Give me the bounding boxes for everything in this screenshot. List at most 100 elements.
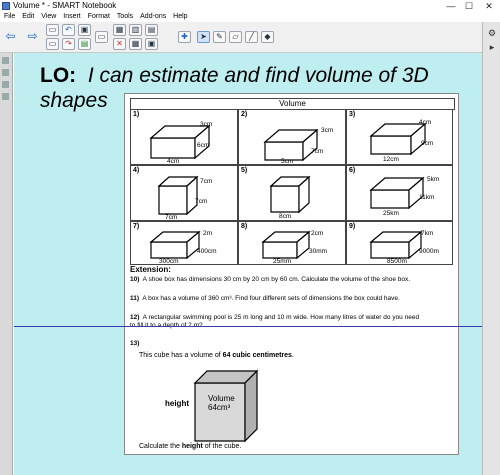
dimension-label: 3cm [200, 121, 213, 128]
cube-volume-label: Volume [208, 394, 235, 403]
shapes-icon[interactable]: ◆ [261, 31, 274, 43]
redo-icon[interactable]: ↷ [62, 38, 75, 50]
question-cell-6: 6) 5km 11km 25km [346, 165, 453, 221]
full-screen-icon[interactable]: ▣ [145, 38, 158, 50]
properties-tab-icon[interactable] [2, 93, 9, 100]
dimension-label: 5km [427, 176, 440, 183]
question-number: 11) [130, 295, 140, 302]
menu-bar: File Edit View Insert Format Tools Add-o… [0, 12, 500, 22]
volume-worksheet[interactable]: Volume 1) 3cm 6cm 4cm 2) 3cm 7cm 5cm 3) … [124, 93, 459, 455]
back-arrow-icon[interactable]: ⇦ [4, 30, 17, 43]
menu-file[interactable]: File [4, 13, 15, 20]
dimension-label: 6cm [197, 142, 210, 149]
eraser-icon[interactable]: ▱ [229, 31, 242, 43]
question-cell-4: 4) 7cm 7cm 7cm [130, 165, 238, 221]
notebook-page-canvas[interactable]: LO: I can estimate and find volume of 3D… [14, 53, 482, 475]
dimension-label: 5cm [281, 158, 294, 165]
page-sorter-sidebar[interactable] [0, 53, 13, 475]
question-text: This cube has a volume of [139, 352, 221, 359]
cube-volume-value: 64cm³ [208, 403, 231, 412]
question-10: 10) A shoe box has dimensions 30 cm by 2… [130, 276, 410, 284]
paste-icon[interactable]: ▦ [113, 24, 126, 36]
delete-page-icon[interactable]: ▭ [46, 38, 59, 50]
menu-view[interactable]: View [41, 13, 56, 20]
menu-add-ons[interactable]: Add-ons [140, 13, 166, 20]
save-icon[interactable]: ▤ [78, 38, 91, 50]
question-cell-2: 2) 3cm 7cm 5cm [238, 109, 346, 165]
open-file-icon[interactable]: ▣ [78, 24, 91, 36]
close-button[interactable]: ✕ [482, 0, 496, 12]
line-icon[interactable]: ╱ [245, 31, 258, 43]
title-bar: Volume * - SMART Notebook — ☐ ✕ [0, 0, 500, 12]
new-page-icon[interactable]: ▭ [46, 24, 59, 36]
horizontal-guide-line [14, 326, 482, 327]
menu-format[interactable]: Format [88, 13, 110, 20]
screen-shade-icon[interactable]: ▭ [95, 31, 108, 43]
dimension-label: 4cm [419, 119, 432, 126]
toolbar: ⇦ ⇨ ▭ ▭ ↶ ↷ ▣ ▤ ▭ ▦ ✕ ▥ ▦ ▤ ▣ ✚ ➤ ✎ ▱ ╱ … [0, 22, 500, 53]
attachments-tab-icon[interactable] [2, 81, 9, 88]
dimension-label: 2cm [311, 230, 324, 237]
dimension-label: 7cm [195, 198, 208, 205]
gear-icon[interactable]: ⚙ [487, 28, 497, 38]
smart-notebook-app-icon [2, 2, 10, 10]
menu-edit[interactable]: Edit [22, 13, 34, 20]
dimension-label: 7cm [311, 148, 324, 155]
minimize-button[interactable]: — [444, 0, 458, 12]
dimension-label: 30mm [309, 248, 328, 255]
cube-figure [269, 175, 311, 214]
dimension-label: 11km [419, 194, 435, 201]
cuboid-figure [369, 176, 425, 210]
question-text-bold: 64 cubic centimetres [222, 352, 292, 359]
lo-text-line2: shapes [40, 89, 108, 112]
lo-label: LO: [40, 64, 77, 87]
dimension-label: 8500m [387, 258, 407, 265]
dimension-label: 7cm [200, 178, 213, 185]
dimension-label: 3cm [321, 127, 334, 134]
question-text: A shoe box has dimensions 30 cm by 20 cm… [142, 276, 411, 283]
height-label: height [165, 399, 189, 408]
toolbar-toggle-icon[interactable]: ▸ [487, 42, 497, 52]
question-cell-7: 7) 2m 400cm 300cm [130, 221, 238, 265]
dimension-label: 7km [421, 230, 434, 237]
display-icon[interactable]: ▤ [145, 24, 158, 36]
activity-builder-icon[interactable]: ✚ [178, 31, 191, 43]
question-text-end: of the cube. [204, 443, 242, 450]
cuboid-figure [149, 230, 201, 260]
dimension-label: 9000m [419, 248, 439, 255]
question-text-bold: height [181, 443, 203, 450]
document-camera-icon[interactable]: ▥ [129, 24, 142, 36]
dimension-label: 2m [203, 230, 213, 237]
maximize-button[interactable]: ☐ [462, 0, 476, 12]
question-cell-9: 9) 7km 9000m 8500m [346, 221, 453, 265]
pen-icon[interactable]: ✎ [213, 31, 226, 43]
delete-icon[interactable]: ✕ [113, 38, 126, 50]
dimension-label: 7cm [165, 214, 178, 221]
menu-tools[interactable]: Tools [117, 13, 133, 20]
question-text: A box has a volume of 360 cm³. Find four… [142, 295, 400, 302]
question-13-number: 13) [130, 340, 139, 348]
question-number: 10) [130, 276, 140, 283]
question-11: 11) A box has a volume of 360 cm³. Find … [130, 295, 400, 303]
question-text: Calculate the [139, 443, 180, 450]
cube-figure [157, 175, 199, 216]
menu-help[interactable]: Help [173, 13, 187, 20]
dimension-label: 25mm [273, 258, 292, 265]
question-cell-3: 3) 4cm 9cm 12cm [346, 109, 453, 165]
page-sorter-tab-icon[interactable] [2, 57, 9, 64]
forward-arrow-icon[interactable]: ⇨ [26, 30, 39, 43]
cube-volume-figure [193, 369, 259, 443]
lo-text-line1: I can estimate and find volume of 3D [87, 64, 429, 87]
menu-insert[interactable]: Insert [63, 13, 81, 20]
question-12: 12) A rectangular swimming pool is 25 m … [130, 314, 419, 322]
dimension-label: 9cm [421, 140, 434, 147]
extension-heading: Extension: [130, 265, 171, 274]
dimension-label: 4cm [167, 158, 180, 165]
question-cell-5: 5) 8cm [238, 165, 346, 221]
pointer-icon[interactable]: ➤ [197, 31, 210, 43]
dimension-label: 25km [383, 210, 399, 217]
table-icon[interactable]: ▦ [129, 38, 142, 50]
dimension-label: 8cm [279, 213, 292, 220]
gallery-tab-icon[interactable] [2, 69, 9, 76]
undo-icon[interactable]: ↶ [62, 24, 75, 36]
